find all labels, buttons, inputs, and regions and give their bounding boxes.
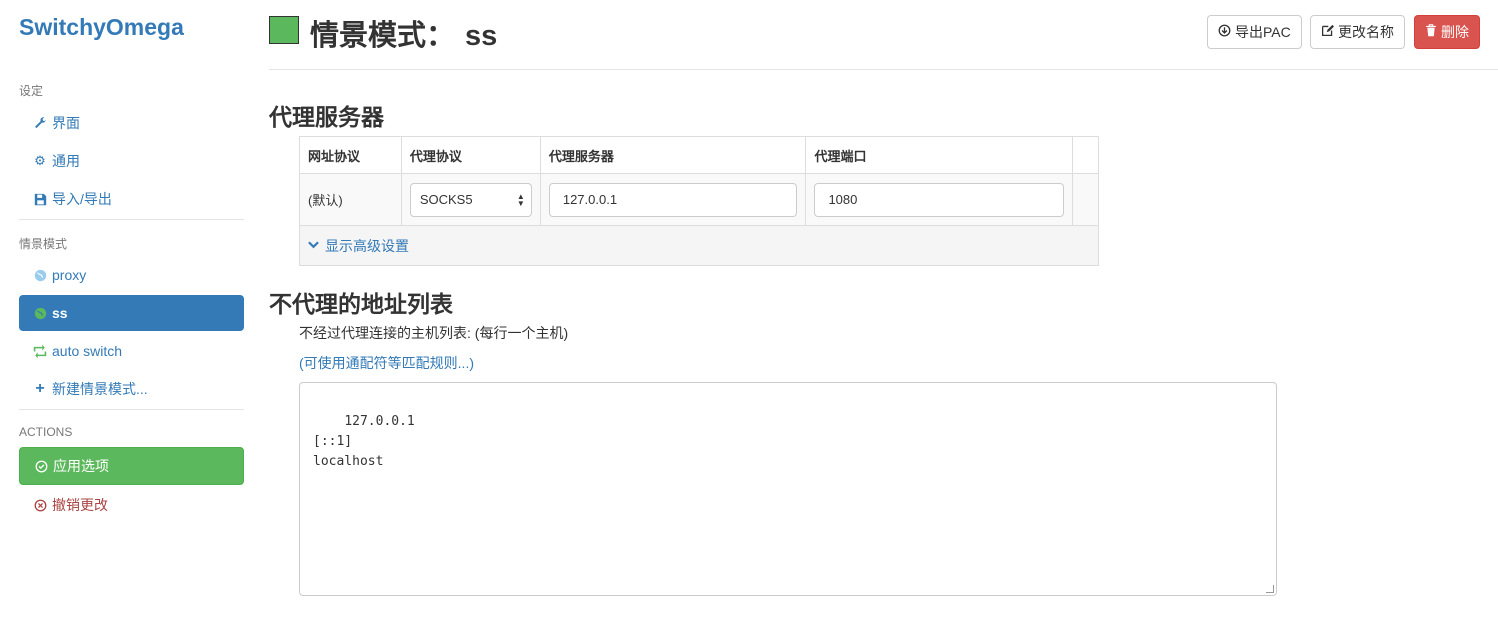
export-pac-button[interactable]: 导出PAC: [1207, 15, 1302, 49]
proxy-server-input[interactable]: 127.0.0.1: [548, 182, 798, 217]
page-title: 情景模式： ss: [310, 12, 497, 54]
column-header: 网址协议: [299, 136, 402, 174]
globe-icon: [33, 268, 47, 282]
chevron-down-icon: [308, 240, 319, 252]
gear-icon: ⚙: [34, 153, 46, 168]
plus-icon: +: [35, 380, 45, 397]
sidebar-item-label: 界面: [52, 115, 80, 131]
proxy-section-title: 代理服务器: [269, 104, 384, 130]
profile-name: ss: [465, 20, 498, 52]
close-circle-icon: [33, 498, 47, 512]
header-divider: [269, 69, 1498, 70]
globe-icon: [33, 306, 47, 320]
divider: [19, 409, 244, 410]
proxy-server-value: 127.0.0.1: [562, 192, 618, 207]
sidebar-item-label: auto switch: [52, 343, 123, 359]
table-row: (默认) SOCKS5 ▲ ▼ 127.0.0.1 1080: [299, 173, 1099, 226]
protocol-cell: SOCKS5 ▲ ▼: [400, 173, 541, 226]
table-header-row: 网址协议 代理协议 代理服务器 代理端口: [299, 136, 1099, 174]
main-content: 情景模式： ss 导出PAC 更改名称 删除 代理服务器 网址协议 代理协议 代理…: [269, 0, 1498, 639]
delete-button[interactable]: 删除: [1414, 15, 1480, 49]
new-profile-button[interactable]: + 新建情景模式...: [19, 371, 244, 407]
sidebar-item-general[interactable]: ⚙ 通用: [19, 143, 244, 179]
server-cell: 127.0.0.1: [539, 173, 807, 226]
sidebar-item-ss[interactable]: ss: [19, 295, 244, 331]
edit-icon: [1321, 24, 1334, 40]
discard-changes-button[interactable]: 撤销更改: [19, 487, 244, 523]
page-title-prefix: 情景模式：: [310, 20, 456, 52]
settings-header: 设定: [19, 84, 44, 98]
advanced-row: 显示高级设置: [299, 225, 1099, 266]
proxy-servers-table: 网址协议 代理协议 代理服务器 代理端口 (默认) SOCKS5 ▲ ▼ 127.…: [299, 136, 1099, 266]
column-header: 代理协议: [400, 136, 541, 174]
column-header: 代理服务器: [539, 136, 807, 174]
bypass-help-text: 不经过代理连接的主机列表: (每行一个主机): [299, 325, 569, 341]
port-cell: 1080: [805, 173, 1073, 226]
empty-cell: [1072, 173, 1099, 226]
sidebar-item-label: ss: [52, 305, 68, 321]
select-arrows-icon: ▲ ▼: [516, 191, 525, 208]
delete-label: 删除: [1441, 24, 1469, 40]
column-header-empty: [1072, 136, 1099, 174]
sidebar-item-proxy[interactable]: proxy: [19, 257, 244, 293]
rename-label: 更改名称: [1338, 24, 1394, 40]
sidebar-item-import-export[interactable]: 导入/导出: [19, 181, 244, 217]
rename-button[interactable]: 更改名称: [1310, 15, 1405, 49]
sidebar-item-label: 通用: [52, 153, 80, 169]
profiles-header: 情景模式: [19, 237, 68, 251]
actions-header: ACTIONS: [19, 425, 73, 439]
show-advanced-link[interactable]: 显示高级设置: [308, 236, 409, 256]
column-header: 代理端口: [805, 136, 1073, 174]
download-icon: [1218, 24, 1231, 40]
wildcard-help-link[interactable]: (可使用通配符等匹配规则...): [299, 353, 474, 373]
scheme-cell: (默认): [299, 173, 402, 226]
bypass-section-title: 不代理的地址列表: [269, 291, 453, 317]
trash-icon: [1425, 24, 1437, 40]
bypass-list-textarea[interactable]: 127.0.0.1 [::1] localhost: [299, 382, 1277, 596]
retweet-icon: [33, 344, 47, 358]
resize-grip-icon[interactable]: [1266, 585, 1274, 593]
proxy-port-input[interactable]: 1080: [814, 182, 1064, 217]
discard-changes-label: 撤销更改: [52, 497, 108, 513]
wrench-icon: [33, 116, 47, 130]
proxy-protocol-select[interactable]: SOCKS5 ▲ ▼: [409, 182, 532, 217]
profile-color-swatch[interactable]: [269, 16, 299, 44]
floppy-icon: [33, 192, 47, 206]
show-advanced-label: 显示高级设置: [325, 237, 409, 254]
new-profile-label: 新建情景模式...: [52, 381, 148, 397]
apply-options-button[interactable]: 应用选项: [19, 447, 244, 485]
advanced-cell: 显示高级设置: [299, 225, 1099, 266]
sidebar-item-auto-switch[interactable]: auto switch: [19, 333, 244, 369]
sidebar: SwitchyOmega 设定 界面 ⚙ 通用 导入/导出 情景模式 proxy…: [0, 0, 262, 639]
export-pac-label: 导出PAC: [1235, 24, 1291, 40]
apply-options-label: 应用选项: [53, 458, 109, 474]
bypass-list-content: 127.0.0.1 [::1] localhost: [313, 414, 415, 469]
brand-logo[interactable]: SwitchyOmega: [19, 14, 184, 41]
proxy-port-value: 1080: [828, 192, 858, 207]
sidebar-item-label: proxy: [52, 267, 87, 283]
proxy-protocol-value: SOCKS5: [419, 192, 473, 207]
check-circle-icon: [34, 459, 48, 473]
sidebar-item-label: 导入/导出: [52, 191, 112, 207]
divider: [19, 219, 244, 220]
sidebar-item-interface[interactable]: 界面: [19, 105, 244, 141]
